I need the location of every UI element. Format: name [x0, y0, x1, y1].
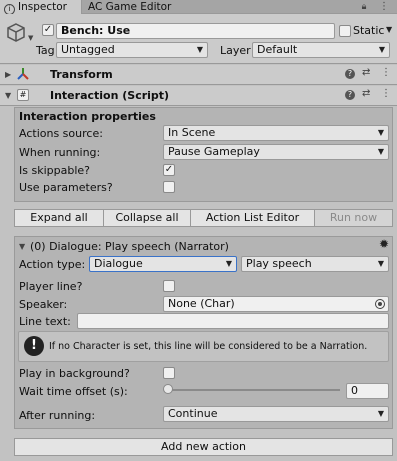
help-icon[interactable]: ? [345, 69, 355, 79]
component-title: Transform [50, 68, 113, 81]
when-running-label: When running: [19, 146, 101, 159]
layer-value: Default [257, 43, 298, 56]
speaker-label: Speaker: [19, 298, 68, 311]
tab-label: AC Game Editor [88, 1, 172, 13]
chevron-down-icon: ▼ [377, 147, 384, 156]
wait-time-label: Wait time offset (s): [19, 385, 128, 398]
inspector-header: ▼ ✓ Bench: Use Static ▼ Tag Untagged ▼ L… [0, 14, 397, 64]
is-skippable-label: Is skippable? [19, 164, 90, 177]
when-running-dropdown[interactable]: Pause Gameplay ▼ [163, 144, 389, 160]
wait-time-field[interactable]: 0 [346, 383, 389, 399]
add-new-action-button[interactable]: Add new action [14, 438, 393, 456]
actions-source-dropdown[interactable]: In Scene ▼ [163, 125, 389, 141]
object-name-field[interactable]: Bench: Use [56, 23, 335, 39]
line-text-field[interactable] [77, 313, 389, 329]
expand-all-button[interactable]: Expand all [14, 209, 104, 227]
run-now-button[interactable]: Run now [314, 209, 393, 227]
chevron-down-icon: ▼ [377, 409, 384, 418]
wait-time-slider-handle[interactable] [163, 384, 173, 394]
play-in-background-checkbox[interactable] [163, 367, 175, 379]
play-in-background-label: Play in background? [19, 367, 130, 380]
after-running-dropdown[interactable]: Continue ▼ [163, 406, 389, 422]
gameobject-cube-icon [5, 22, 27, 44]
help-icon[interactable]: ? [345, 90, 355, 100]
actions-source-value: In Scene [168, 126, 216, 139]
static-label: Static [353, 24, 385, 37]
foldout-collapsed-icon[interactable]: ▶ [5, 70, 11, 79]
info-message: If no Character is set, this line will b… [49, 341, 368, 352]
gameobject-dropdown-arrow-icon[interactable]: ▼ [28, 34, 33, 42]
kebab-menu-icon[interactable]: ⋮ [381, 67, 391, 78]
after-running-value: Continue [168, 407, 218, 420]
player-line-checkbox[interactable] [163, 280, 175, 292]
action-category-value: Dialogue [94, 257, 143, 270]
transform-axes-icon [16, 67, 30, 81]
transform-component-header[interactable]: ▶ Transform ? ⇄ ⋮ [0, 65, 397, 85]
component-title: Interaction (Script) [50, 89, 170, 102]
tag-value: Untagged [61, 43, 115, 56]
presets-icon[interactable]: ⇄ [362, 88, 370, 99]
foldout-expanded-icon[interactable]: ▼ [19, 242, 25, 251]
static-dropdown-arrow-icon[interactable]: ▼ [386, 25, 392, 34]
lock-icon[interactable]: 🔒︎ [358, 0, 370, 14]
is-skippable-checkbox[interactable]: ✓ [163, 164, 175, 176]
tab-label: Inspector [18, 1, 67, 13]
when-running-value: Pause Gameplay [168, 145, 260, 158]
chevron-down-icon: ▼ [225, 259, 232, 268]
static-checkbox[interactable] [339, 25, 351, 37]
script-hash-icon: # [17, 89, 29, 101]
interaction-properties-title: Interaction properties [19, 110, 156, 123]
interaction-component-header[interactable]: ▼ # Interaction (Script) ? ⇄ ⋮ [0, 86, 397, 106]
tab-ac-game-editor[interactable]: AC Game Editor [84, 0, 184, 14]
presets-icon[interactable]: ⇄ [362, 67, 370, 78]
chevron-down-icon: ▼ [377, 259, 384, 268]
info-icon: ! [24, 336, 44, 356]
chevron-down-icon: ▼ [377, 128, 384, 137]
action-list-editor-button[interactable]: Action List Editor [190, 209, 315, 227]
object-picker-icon[interactable] [375, 299, 385, 309]
active-checkbox[interactable]: ✓ [42, 24, 54, 36]
gear-icon[interactable]: ✹ [379, 237, 389, 251]
action-title: (0) Dialogue: Play speech (Narrator) [30, 240, 229, 253]
speaker-object-field[interactable]: None (Char) [163, 296, 389, 312]
player-line-label: Player line? [19, 280, 83, 293]
tag-label: Tag [36, 44, 55, 57]
kebab-menu-icon[interactable]: ⋮ [381, 88, 391, 99]
chevron-down-icon: ▼ [196, 45, 203, 54]
after-running-label: After running: [19, 409, 96, 422]
layer-dropdown[interactable]: Default ▼ [252, 42, 390, 58]
line-text-label: Line text: [19, 315, 71, 328]
action-subtype-value: Play speech [246, 257, 312, 270]
tag-dropdown[interactable]: Untagged ▼ [56, 42, 208, 58]
tab-bar: i Inspector AC Game Editor 🔒︎ ⋮ [0, 0, 397, 15]
action-subtype-dropdown[interactable]: Play speech ▼ [241, 256, 389, 272]
foldout-expanded-icon[interactable]: ▼ [5, 91, 11, 100]
actions-source-label: Actions source: [19, 127, 103, 140]
speaker-value: None (Char) [168, 297, 235, 310]
tab-inspector[interactable]: i Inspector [0, 0, 82, 15]
kebab-menu-icon[interactable]: ⋮ [378, 0, 390, 14]
use-parameters-label: Use parameters? [19, 181, 113, 194]
layer-label: Layer [220, 44, 251, 57]
use-parameters-checkbox[interactable] [163, 181, 175, 193]
wait-time-slider-track[interactable] [165, 389, 340, 391]
action-category-dropdown[interactable]: Dialogue ▼ [89, 256, 237, 272]
action-type-label: Action type: [19, 258, 86, 271]
chevron-down-icon: ▼ [378, 45, 385, 54]
collapse-all-button[interactable]: Collapse all [103, 209, 191, 227]
